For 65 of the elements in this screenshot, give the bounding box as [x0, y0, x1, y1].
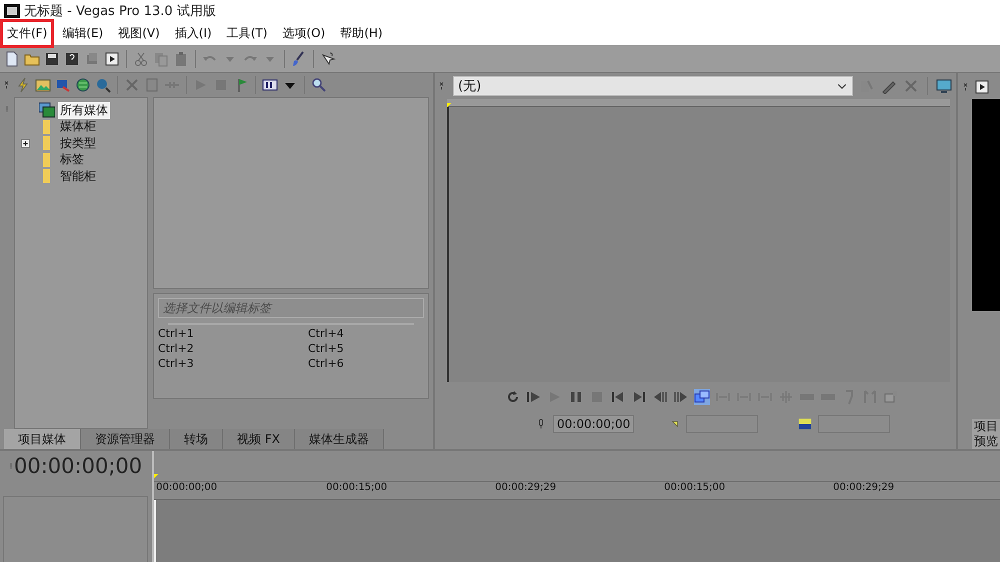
shortcut-label: Ctrl+3	[158, 357, 195, 370]
tree-item[interactable]: 所有媒体	[58, 102, 110, 119]
timecode-field[interactable]: 00:00:00;00	[553, 415, 634, 433]
play-from-start-icon[interactable]	[526, 389, 542, 405]
menu-item[interactable]: 插入(I)	[168, 19, 219, 48]
floppy-question-icon[interactable]	[64, 50, 80, 66]
shortcut-label: Ctrl+4	[308, 327, 345, 340]
tag-field[interactable]: 选择文件以编辑标签	[158, 298, 424, 318]
menu-item[interactable]: 文件(F)	[0, 19, 54, 48]
monitor-icon[interactable]	[936, 78, 952, 94]
document-icon[interactable]	[4, 50, 20, 66]
menu-item[interactable]: 帮助(H)	[333, 19, 390, 48]
external-monitor-icon[interactable]	[694, 389, 710, 405]
scissors-icon[interactable]	[133, 50, 149, 66]
window-icon[interactable]	[104, 50, 120, 66]
preview-mode-dropdown[interactable]: (无)	[453, 76, 853, 96]
tree-item[interactable]: 智能柜	[58, 168, 98, 185]
loop-icon[interactable]	[505, 389, 521, 405]
tree-item[interactable]: 媒体柜	[58, 118, 98, 136]
tree-item[interactable]: 按类型	[58, 134, 98, 152]
timeline-timecode: 00:00:00;00	[14, 454, 142, 478]
shortcut-label: Ctrl+2	[158, 342, 195, 355]
shortcut-label: Ctrl+1	[158, 327, 195, 340]
tab[interactable]: 资源管理器	[81, 429, 170, 449]
clipboard-icon[interactable]	[173, 50, 189, 66]
tab[interactable]: 视频 FX	[223, 429, 295, 449]
media-stack-icon	[39, 102, 55, 118]
in-point-icon	[447, 103, 454, 110]
previous-icon[interactable]	[610, 389, 626, 405]
view-mode-icon[interactable]	[262, 77, 278, 93]
window-icon[interactable]	[974, 78, 990, 95]
remove-icon[interactable]	[124, 77, 140, 93]
shortcut-label: Ctrl+5	[308, 342, 345, 355]
remove-icon[interactable]	[903, 78, 919, 94]
menu-item[interactable]: 选项(O)	[275, 19, 332, 48]
tree-item[interactable]: 标签	[58, 151, 86, 168]
ruler-label: 00:00:29;29	[832, 482, 896, 495]
next-icon[interactable]	[631, 389, 647, 405]
image-import-icon[interactable]	[35, 77, 51, 93]
search-icon[interactable]	[311, 77, 327, 93]
menu-item[interactable]: 编辑(E)	[55, 19, 110, 48]
ruler-label: 00:00:15;00	[663, 482, 726, 495]
tab[interactable]: 项目预览	[972, 419, 1000, 449]
menu-item[interactable]: 视图(V)	[111, 19, 167, 48]
help-pointer-icon[interactable]	[320, 50, 336, 66]
in-point-icon	[670, 419, 680, 429]
pause-icon[interactable]	[568, 389, 584, 405]
previous-frame-icon[interactable]	[652, 389, 668, 405]
shortcut-label: Ctrl+6	[308, 357, 345, 370]
clip-icon[interactable]	[144, 77, 160, 93]
tab[interactable]: 转场	[170, 429, 223, 449]
film-icon	[4, 3, 20, 19]
next-frame-icon[interactable]	[673, 389, 689, 405]
tab[interactable]: 媒体生成器	[294, 429, 384, 449]
menu-item[interactable]: 工具(T)	[220, 19, 274, 48]
expand-icon[interactable]	[21, 138, 30, 148]
tab[interactable]: 项目媒体	[4, 429, 81, 449]
copy-icon[interactable]	[153, 50, 169, 66]
globe-icon[interactable]	[75, 77, 91, 93]
ruler-label: 00:00:29;29	[494, 482, 558, 495]
window-title: 无标题 - Vegas Pro 13.0 试用版	[24, 3, 216, 20]
scene-icon	[798, 417, 812, 431]
lightning-icon[interactable]	[15, 77, 31, 93]
ruler-label: 00:00:00;00	[155, 482, 218, 495]
ruler-label: 00:00:15;00	[325, 482, 388, 495]
